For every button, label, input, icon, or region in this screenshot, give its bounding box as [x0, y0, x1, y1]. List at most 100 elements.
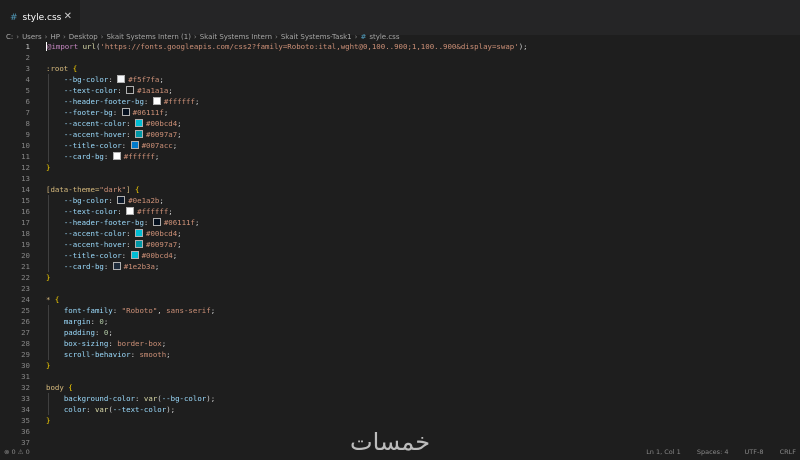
color-swatch[interactable] — [135, 240, 144, 248]
color-swatch[interactable] — [121, 108, 130, 116]
cursor-position[interactable]: Ln 1, Col 1 — [646, 448, 681, 456]
color-swatch[interactable] — [126, 207, 135, 215]
line-number: 31 — [21, 372, 30, 381]
line-number: 26 — [21, 317, 30, 326]
line-number: 11 — [21, 152, 30, 161]
code-line[interactable]: 21 --card-bg: #1e2b3a; — [0, 261, 800, 272]
code-line[interactable]: 29 scroll-behavior: smooth; — [0, 349, 800, 360]
line-number: 20 — [21, 251, 30, 260]
color-swatch[interactable] — [135, 130, 144, 138]
line-number: 32 — [21, 383, 30, 392]
indentation[interactable]: Spaces: 4 — [697, 448, 729, 456]
code-line[interactable]: 2 — [0, 52, 800, 63]
code-line[interactable]: 6 --header-footer-bg: #ffffff; — [0, 96, 800, 107]
code-line[interactable]: 16 --text-color: #ffffff; — [0, 206, 800, 217]
code-line[interactable]: 33 background-color: var(--bg-color); — [0, 393, 800, 404]
color-swatch[interactable] — [112, 152, 121, 160]
line-number: 28 — [21, 339, 30, 348]
problems-indicator[interactable]: ⊗ 0 ⚠ 0 — [4, 448, 30, 456]
color-swatch[interactable] — [152, 218, 161, 226]
line-number: 36 — [21, 427, 30, 436]
color-swatch[interactable] — [135, 119, 144, 127]
code-text: --header-footer-bg: #06111f; — [63, 218, 200, 227]
encoding[interactable]: UTF-8 — [745, 448, 764, 456]
line-number: 8 — [25, 119, 30, 128]
line-number: 7 — [25, 108, 30, 117]
code-line[interactable]: 22} — [0, 272, 800, 283]
code-text: box-sizing: border-box; — [63, 339, 167, 348]
code-text: body { — [46, 383, 73, 392]
line-number: 5 — [25, 86, 30, 95]
code-text: --text-color: #1a1a1a; — [63, 86, 173, 95]
code-line[interactable]: 26 margin: 0; — [0, 316, 800, 327]
color-swatch[interactable] — [130, 251, 139, 259]
code-line[interactable]: 7 --footer-bg: #06111f; — [0, 107, 800, 118]
close-icon[interactable]: ✕ — [64, 11, 72, 22]
line-number: 17 — [21, 218, 30, 227]
code-line[interactable]: 12} — [0, 162, 800, 173]
code-text: color: var(--text-color); — [63, 405, 176, 414]
line-number: 18 — [21, 229, 30, 238]
color-swatch[interactable] — [126, 86, 135, 94]
end-of-line[interactable]: CRLF — [780, 448, 796, 456]
code-line[interactable]: 34 color: var(--text-color); — [0, 404, 800, 415]
code-line[interactable]: 15 --bg-color: #0e1a2b; — [0, 195, 800, 206]
code-line[interactable]: 1 @import url('https://fonts.googleapis.c… — [0, 41, 800, 52]
code-line[interactable]: 23 — [0, 283, 800, 294]
code-line[interactable]: 31 — [0, 371, 800, 382]
line-number: 12 — [21, 163, 30, 172]
code-text: } — [46, 163, 51, 172]
indent-guide — [48, 305, 49, 360]
code-line[interactable]: 20 --title-color: #00bcd4; — [0, 250, 800, 261]
line-number: 34 — [21, 405, 30, 414]
code-line[interactable]: 27 padding: 0; — [0, 327, 800, 338]
line-number: 35 — [21, 416, 30, 425]
code-line[interactable]: 3:root { — [0, 63, 800, 74]
line-number: 10 — [21, 141, 30, 150]
code-editor[interactable]: 1 @import url('https://fonts.googleapis.c… — [0, 40, 800, 447]
code-line[interactable]: 8 --accent-color: #00bcd4; — [0, 118, 800, 129]
color-swatch[interactable] — [117, 75, 126, 83]
code-text: --bg-color: #f5f7fa; — [63, 75, 164, 84]
code-line[interactable]: 9 --accent-hover: #0097a7; — [0, 129, 800, 140]
code-line[interactable]: 19 --accent-hover: #0097a7; — [0, 239, 800, 250]
color-swatch[interactable] — [117, 196, 126, 204]
line-number: 27 — [21, 328, 30, 337]
code-line[interactable]: 30} — [0, 360, 800, 371]
color-swatch[interactable] — [130, 141, 139, 149]
code-line[interactable]: 35} — [0, 415, 800, 426]
line-number: 24 — [21, 295, 30, 304]
code-line[interactable]: 28 box-sizing: border-box; — [0, 338, 800, 349]
code-text: } — [46, 273, 51, 282]
code-line[interactable]: 4 --bg-color: #f5f7fa; — [0, 74, 800, 85]
line-number: 30 — [21, 361, 30, 370]
code-line[interactable]: 5 --text-color: #1a1a1a; — [0, 85, 800, 96]
code-text: --bg-color: #0e1a2b; — [63, 196, 164, 205]
color-swatch[interactable] — [152, 97, 161, 105]
code-text: --footer-bg: #06111f; — [63, 108, 169, 117]
line-number: 3 — [25, 64, 30, 73]
line-number: 33 — [21, 394, 30, 403]
watermark-logo: خمسات — [350, 428, 431, 456]
code-text: [data-theme="dark"] { — [46, 185, 140, 194]
code-line[interactable]: 25 font-family: "Roboto", sans-serif; — [0, 305, 800, 316]
code-line[interactable]: 11 --card-bg: #ffffff; — [0, 151, 800, 162]
code-text: --accent-hover: #0097a7; — [63, 130, 182, 139]
code-line[interactable]: 10 --title-color: #007acc; — [0, 140, 800, 151]
tab-label: style.css — [22, 12, 62, 23]
code-text: --card-bg: #ffffff; — [63, 152, 160, 161]
code-line[interactable]: 18 --accent-color: #00bcd4; — [0, 228, 800, 239]
line-number: 4 — [25, 75, 30, 84]
code-text: --title-color: #007acc; — [63, 141, 178, 150]
line-number: 22 — [21, 273, 30, 282]
color-swatch[interactable] — [112, 262, 121, 270]
code-text: } — [46, 361, 51, 370]
code-line[interactable]: 13 — [0, 173, 800, 184]
code-text: padding: 0; — [63, 328, 113, 337]
code-line[interactable]: 14 [data-theme="dark"] { — [0, 184, 800, 195]
code-line[interactable]: 17 --header-footer-bg: #06111f; — [0, 217, 800, 228]
code-line[interactable]: 32 body { — [0, 382, 800, 393]
line-number: 15 — [21, 196, 30, 205]
code-line[interactable]: 24 * { — [0, 294, 800, 305]
color-swatch[interactable] — [135, 229, 144, 237]
